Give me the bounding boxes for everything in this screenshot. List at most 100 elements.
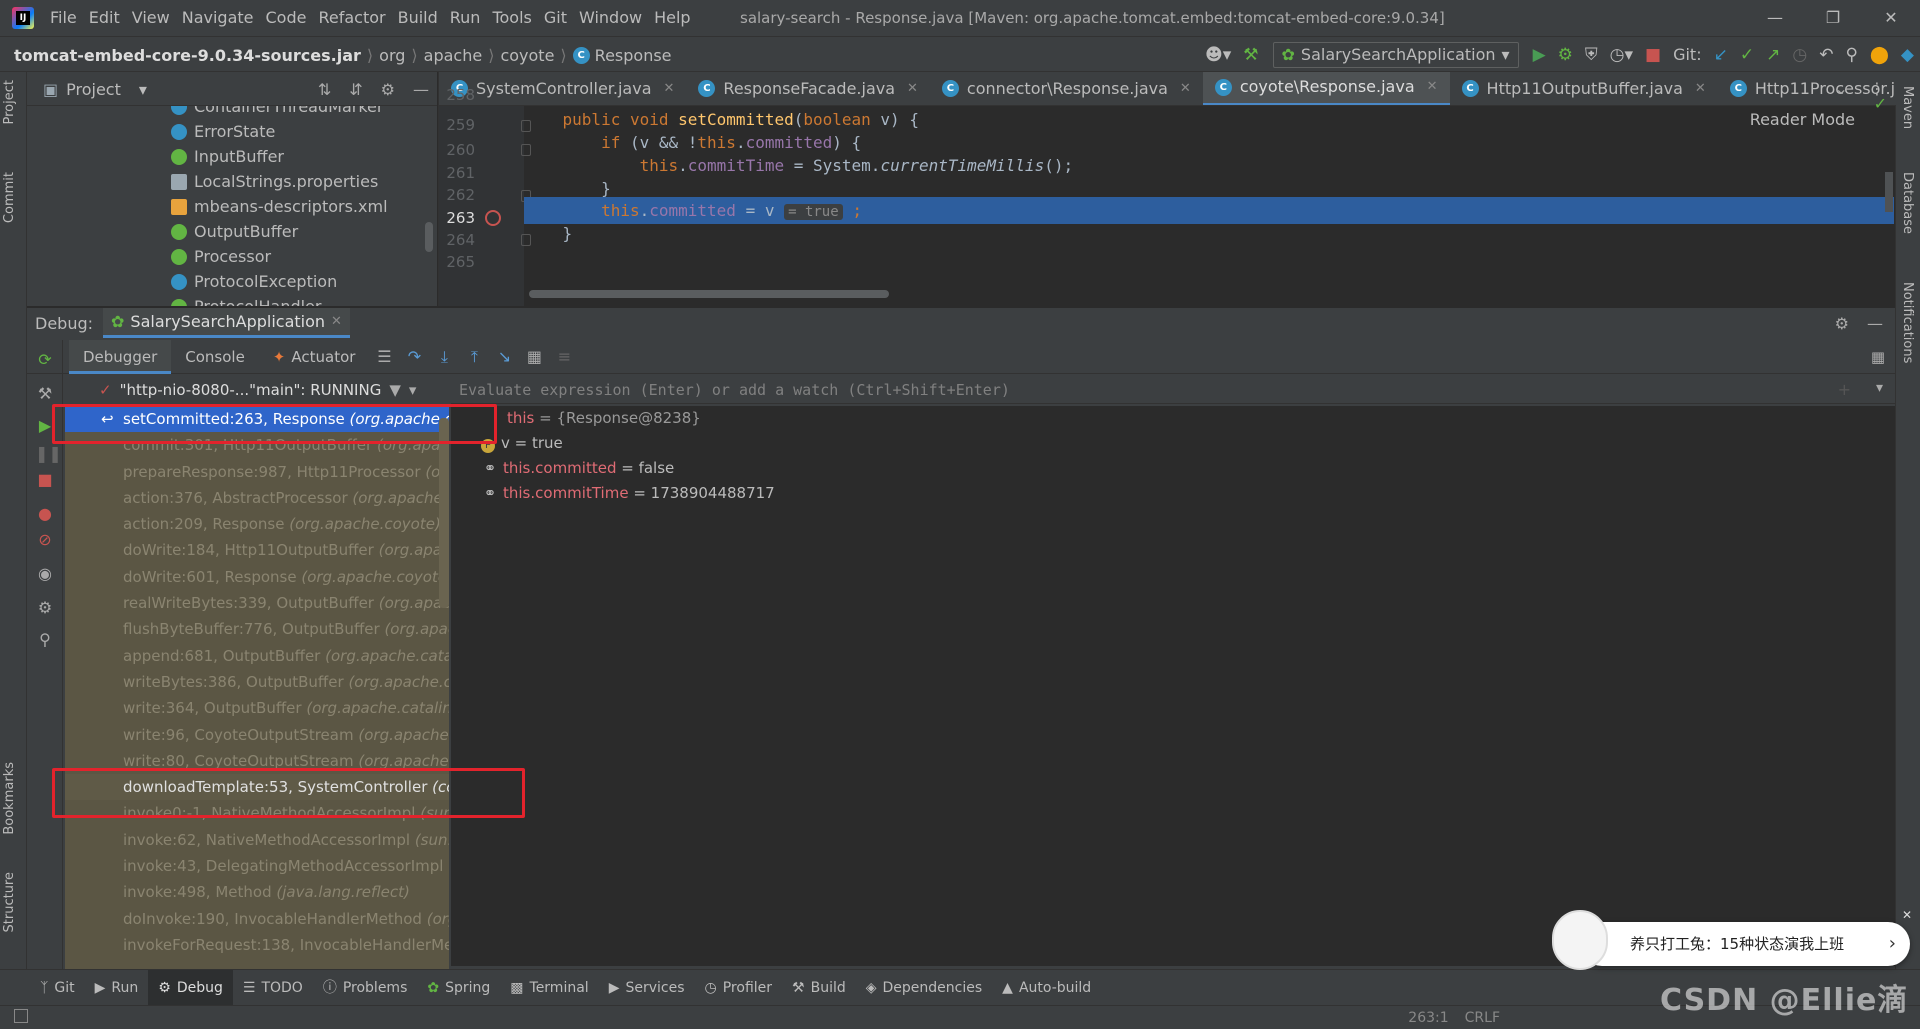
menu-view[interactable]: View (126, 0, 176, 36)
frame-item[interactable]: doWrite:601, Response (org.apache.coyote… (65, 564, 449, 590)
tab-responsefacade[interactable]: C ResponseFacade.java ✕ (686, 72, 930, 105)
scrollbar[interactable] (425, 222, 433, 252)
git-push-icon[interactable]: ↗ (1760, 37, 1786, 73)
user-icon[interactable]: ☻▾ (1199, 37, 1237, 73)
run-configuration-select[interactable]: ✿ SalarySearchApplication ▾ (1272, 42, 1519, 68)
tool-run[interactable]: ▶ Run (85, 970, 149, 1006)
close-icon[interactable]: ✕ (1695, 72, 1706, 105)
tool-git[interactable]: ᛉ Git (30, 970, 85, 1006)
tool-tab-structure[interactable]: Structure (2, 872, 17, 932)
filter-icon[interactable]: ▼ (389, 381, 401, 399)
frame-item[interactable]: invoke:498, Method (java.lang.reflect) (65, 879, 449, 905)
git-update-icon[interactable]: ↙ (1708, 37, 1734, 73)
stop-icon[interactable]: ■ (1639, 37, 1667, 73)
layout-toggle-icon[interactable] (14, 1009, 28, 1023)
tab-console[interactable]: Console (171, 340, 259, 374)
rerun-icon[interactable]: ⟳ (35, 350, 55, 369)
tool-build[interactable]: ⚒ Build (782, 970, 856, 1006)
tree-item[interactable]: ContainerThreadMarker (27, 106, 437, 119)
git-commit-icon[interactable]: ✓ (1734, 37, 1760, 73)
inspection-ok-icon[interactable]: ✓ (1874, 94, 1887, 113)
close-icon[interactable]: ✕ (664, 72, 675, 105)
frame-item[interactable]: invoke:62, NativeMethodAccessorImpl (sun… (65, 827, 449, 853)
tab-actuator[interactable]: ✦ Actuator (259, 340, 370, 374)
hide-icon[interactable]: — (1867, 314, 1883, 333)
menu-run[interactable]: Run (444, 0, 487, 36)
view-breakpoints-icon[interactable]: ● (35, 504, 55, 523)
evaluate-icon[interactable]: ▦ (519, 340, 549, 374)
breadcrumb-jar[interactable]: tomcat-embed-core-9.0.34-sources.jar (14, 46, 361, 65)
menu-window[interactable]: Window (573, 0, 648, 36)
tab-connector-response[interactable]: Cconnector\Response.java ✕ (930, 72, 1203, 105)
mute-breakpoints-icon[interactable]: ⊘ (35, 530, 55, 549)
frame-item[interactable]: append:681, OutputBuffer (org.apache.cat… (65, 643, 449, 669)
pin-icon[interactable]: ⚲ (35, 630, 55, 649)
gear-icon[interactable]: ⚙ (1835, 314, 1849, 333)
breadcrumb-apache[interactable]: apache (424, 46, 483, 65)
profile-icon[interactable]: ◷▾ (1604, 37, 1639, 73)
tool-services[interactable]: ▶ Services (599, 970, 695, 1006)
tool-profiler[interactable]: ◷ Profiler (695, 970, 783, 1006)
menu-code[interactable]: Code (260, 0, 313, 36)
update-icon[interactable]: ⬤ (1864, 37, 1895, 73)
frame-item[interactable]: doWrite:184, Http11OutputBuffer (org.apa… (65, 537, 449, 563)
search-icon[interactable]: ⚲ (1839, 37, 1863, 73)
minimize-icon[interactable]: — (1746, 0, 1804, 36)
tool-tab-notifications[interactable]: Notifications (1900, 282, 1915, 363)
expand-all-icon[interactable]: ⇅ (318, 80, 331, 99)
breakpoint-icon[interactable] (485, 210, 501, 226)
frame-item[interactable]: flushByteBuffer:776, OutputBuffer (org.a… (65, 616, 449, 642)
scrollbar[interactable] (1885, 172, 1893, 212)
tool-tab-database[interactable]: Database (1900, 172, 1915, 234)
tool-terminal[interactable]: ▩ Terminal (500, 970, 598, 1006)
caret-position[interactable]: 263:1 (1408, 1010, 1448, 1026)
tree-item[interactable]: ProtocolHandler (27, 294, 437, 306)
reader-mode-button[interactable]: Reader Mode (1750, 110, 1855, 129)
history-icon[interactable]: ◷ (1786, 37, 1813, 73)
scrollbar[interactable] (439, 418, 449, 608)
tool-problems[interactable]: ⓘ Problems (313, 970, 418, 1006)
variable-row[interactable]: ⚭ this.commitTime = 1738904488717 (481, 481, 775, 506)
tool-tab-bookmarks[interactable]: Bookmarks (2, 762, 17, 835)
chevron-down-icon[interactable]: ▾ (409, 381, 417, 399)
chevron-right-icon[interactable]: › (1889, 922, 1896, 966)
close-icon[interactable]: ✕ (331, 314, 342, 329)
run-icon[interactable]: ▶ (1527, 37, 1552, 73)
evaluate-expression-input[interactable]: Evaluate expression (Enter) or add a wat… (451, 376, 1895, 404)
add-watch-icon[interactable]: + (1838, 380, 1851, 399)
tool-debug[interactable]: ⚙ Debug (148, 969, 233, 1006)
menu-build[interactable]: Build (392, 0, 444, 36)
step-over-icon[interactable]: ↷ (399, 340, 429, 374)
project-view-selector[interactable]: ▣ Project ▾ (43, 72, 147, 106)
menu-file[interactable]: File (44, 0, 83, 36)
restore-icon[interactable]: ❐ (1804, 0, 1862, 36)
rollback-icon[interactable]: ↶ (1813, 37, 1839, 73)
thread-selector[interactable]: ✓ "http-nio-8080-..."main": RUNNING ▼ ▾ (65, 376, 449, 404)
menu-git[interactable]: Git (538, 0, 573, 36)
frame-item[interactable]: write:96, CoyoteOutputStream (org.apache… (65, 722, 449, 748)
debug-icon[interactable]: ⚙ (1552, 37, 1579, 73)
menu-refactor[interactable]: Refactor (312, 0, 391, 36)
close-icon[interactable]: ✕ (1862, 0, 1920, 36)
collapse-all-icon[interactable]: ⇵ (349, 80, 362, 99)
frame-item[interactable]: invoke:43, DelegatingMethodAccessorImpl … (65, 853, 449, 879)
menu-help[interactable]: Help (648, 0, 696, 36)
jetbrains-icon[interactable]: ◆ (1895, 37, 1920, 73)
run-to-cursor-icon[interactable]: ↘ (489, 340, 519, 374)
close-icon[interactable]: ✕ (1900, 908, 1914, 922)
close-icon[interactable]: ✕ (1180, 72, 1191, 105)
build-hammer-icon[interactable]: ⚒ (1237, 37, 1264, 73)
step-into-icon[interactable]: ⤓ (429, 340, 459, 374)
frame-item[interactable]: doInvoke:190, InvocableHandlerMethod (or… (65, 906, 449, 932)
camera-icon[interactable]: ◉ (35, 564, 55, 583)
tool-auto-build[interactable]: ▲ Auto-build (992, 970, 1101, 1006)
menu-tools[interactable]: Tools (486, 0, 537, 36)
trace-icon[interactable]: ≡ (549, 340, 579, 374)
close-icon[interactable]: ✕ (1427, 72, 1438, 104)
menu-icon[interactable]: ☰ (369, 340, 399, 374)
tab-http11outputbuffer[interactable]: C Http11OutputBuffer.java ✕ (1450, 72, 1718, 105)
frame-item[interactable]: action:376, AbstractProcessor (org.apach… (65, 485, 449, 511)
tool-todo[interactable]: ☰ TODO (233, 970, 313, 1006)
tree-item[interactable]: mbeans-descriptors.xml (27, 194, 437, 219)
tree-item[interactable]: OutputBuffer (27, 219, 437, 244)
